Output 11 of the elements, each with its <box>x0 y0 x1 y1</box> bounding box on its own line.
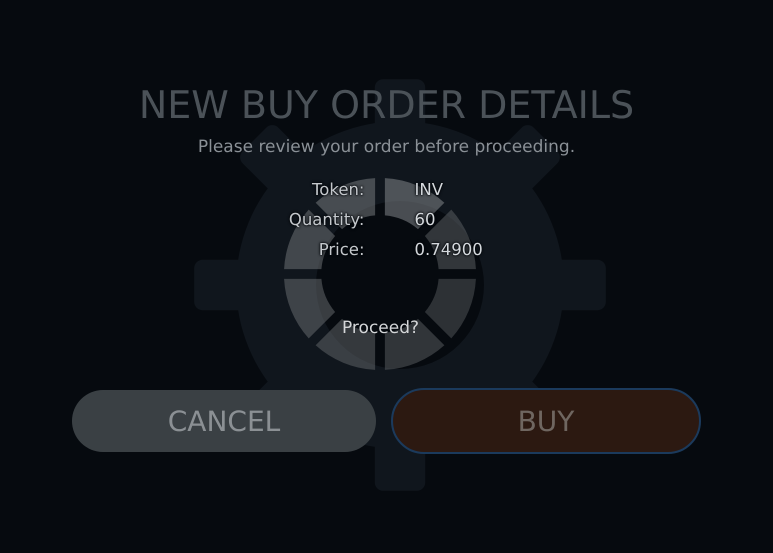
dialog-title: NEW BUY ORDER DETAILS <box>138 82 634 128</box>
buy-button[interactable]: BUY <box>391 388 701 454</box>
proceed-prompt: Proceed? <box>340 317 420 340</box>
detail-value: 0.74900 <box>414 239 484 261</box>
detail-label: Token: <box>310 179 364 201</box>
detail-label: Price: <box>318 239 364 261</box>
detail-value: 60 <box>414 209 436 231</box>
detail-value: INV <box>414 179 444 201</box>
detail-label: Quantity: <box>288 209 364 231</box>
dialog-subtitle: Please review your order before proceeding. <box>198 136 576 158</box>
cancel-button[interactable]: CANCEL <box>72 390 376 452</box>
